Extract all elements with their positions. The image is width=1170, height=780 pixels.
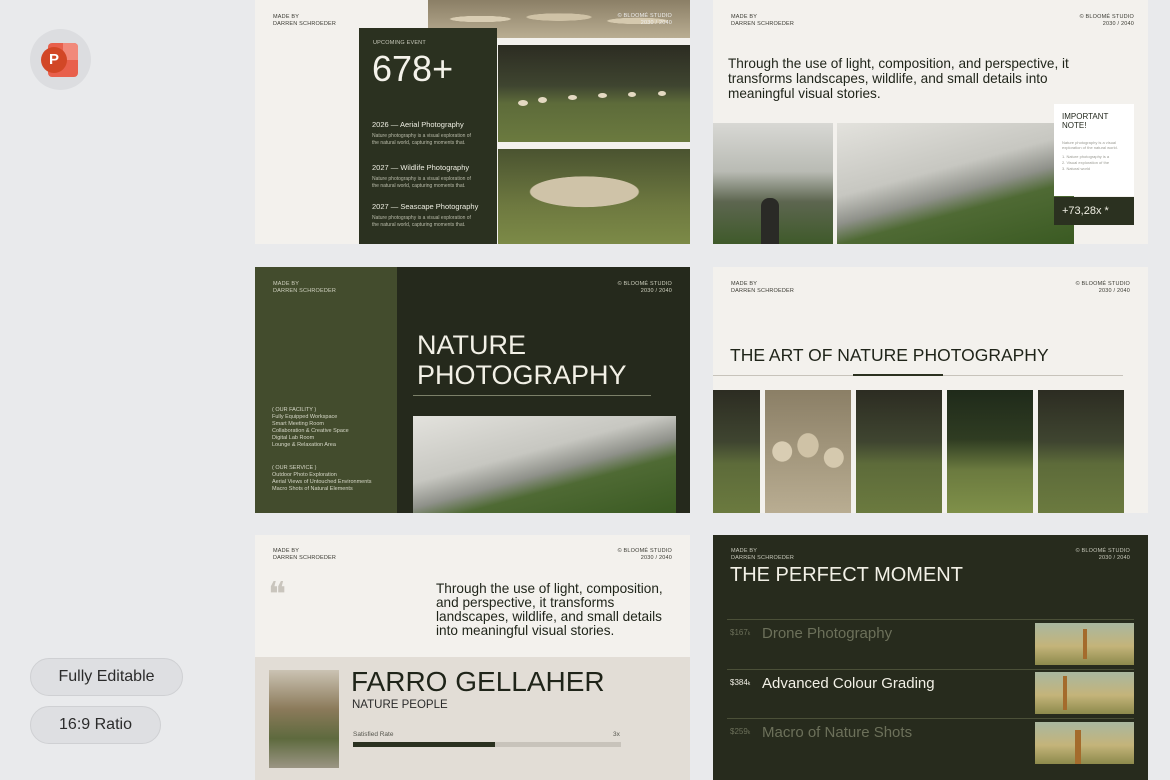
rate-label: Satisfied Rate (353, 731, 394, 738)
slide-nature-photography[interactable]: MADE BY DARREN SCHROEDER © BLOOMÉ STUDIO 2… (255, 267, 690, 513)
slide-art-of-nature[interactable]: MADE BY DARREN SCHROEDER © BLOOMÉ STUDIO 2… (713, 267, 1148, 513)
slide-title: THE ART OF NATURE PHOTOGRAPHY (730, 345, 1049, 365)
mountain-photo (837, 123, 1074, 244)
made-by-label: MADE BY DARREN SCHROEDER (731, 548, 795, 561)
service-label: Advanced Colour Grading (762, 675, 935, 692)
slide-testimonial[interactable]: MADE BY DARREN SCHROEDER © BLOOMÉ STUDIO 2… (255, 535, 690, 780)
service-label: Drone Photography (762, 625, 893, 642)
event-item: 2027 — Seascape Photography Nature photo… (372, 202, 479, 228)
made-by-label: MADE BY DARREN SCHROEDER (273, 281, 337, 294)
giraffe-photo (1035, 623, 1134, 665)
service-label: Macro of Nature Shots (762, 724, 913, 741)
powerpoint-icon: P (30, 29, 91, 90)
studio-label: © BLOOMÉ STUDIO 2030 / 2040 (1079, 14, 1134, 27)
event-panel: UPCOMING EVENT 678+ 2026 — Aerial Photog… (359, 28, 497, 244)
event-count: 678+ (372, 48, 454, 89)
sheep-field-photo (498, 45, 690, 142)
quote-icon: ❝ (268, 575, 287, 615)
event-item: 2027 — Wildlife Photography Nature photo… (372, 163, 471, 189)
giraffe-photo (1035, 672, 1134, 714)
gallery-photo (765, 390, 851, 513)
hiker-photo (713, 123, 833, 244)
person-role: NATURE PEOPLE (352, 699, 448, 711)
person-name: FARRO GELLAHER (351, 666, 605, 697)
statement-text: Through the use of light, composition, a… (728, 56, 1069, 101)
made-by-label: MADE BY DARREN SCHROEDER (273, 14, 337, 27)
service-list: ( OUR SERVICE ) Outdoor Photo Exploratio… (272, 465, 372, 492)
gallery-photo (947, 390, 1033, 513)
facility-list: ( OUR FACILITY ) Fully Equipped Workspac… (272, 407, 349, 448)
event-item: 2026 — Aerial Photography Nature photogr… (372, 120, 471, 146)
rate-value: 3x (613, 731, 620, 738)
slide-perfect-moment[interactable]: MADE BY DARREN SCHROEDER © BLOOMÉ STUDIO 2… (713, 535, 1148, 780)
price-label: $384k (730, 678, 751, 687)
gallery-photo (856, 390, 942, 513)
price-label: $167k (730, 628, 751, 637)
gallery-photo (713, 390, 760, 513)
fully-editable-badge: Fully Editable (30, 658, 183, 696)
studio-label: © BLOOMÉ STUDIO 2030 / 2040 (617, 13, 672, 26)
studio-label: © BLOOMÉ STUDIO 2030 / 2040 (617, 548, 672, 561)
studio-label: © BLOOMÉ STUDIO 2030 / 2040 (1075, 281, 1130, 294)
studio-label: © BLOOMÉ STUDIO 2030 / 2040 (617, 281, 672, 294)
slide-statement[interactable]: MADE BY DARREN SCHROEDER © BLOOMÉ STUDIO 2… (713, 0, 1148, 244)
giraffe-photo (1035, 722, 1134, 764)
ratio-badge: 16:9 Ratio (30, 706, 161, 744)
rate-bar-fill (353, 742, 496, 747)
studio-label: © BLOOMÉ STUDIO 2030 / 2040 (1075, 548, 1130, 561)
gallery-photo (1038, 390, 1124, 513)
upcoming-label: UPCOMING EVENT (373, 40, 426, 46)
slide-upcoming-event[interactable]: MADE BY DARREN SCHROEDER © BLOOMÉ STUDIO 2… (255, 0, 690, 244)
important-note-card: IMPORTANT NOTE! Nature photography is a v… (1054, 104, 1134, 196)
quote-text: Through the use of light, composition, an… (436, 581, 663, 638)
slide-title: THE PERFECT MOMENT (730, 564, 963, 586)
made-by-label: MADE BY DARREN SCHROEDER (273, 548, 337, 561)
mountain-photo (413, 416, 676, 513)
slide-title: NATURE PHOTOGRAPHY (417, 330, 627, 390)
made-by-label: MADE BY DARREN SCHROEDER (731, 281, 795, 294)
avatar (269, 670, 339, 768)
stat-box: +73,28x * (1054, 197, 1134, 225)
grazing-sheep-photo (498, 149, 690, 244)
price-label: $259k (730, 727, 751, 736)
made-by-label: MADE BY DARREN SCHROEDER (731, 14, 795, 27)
